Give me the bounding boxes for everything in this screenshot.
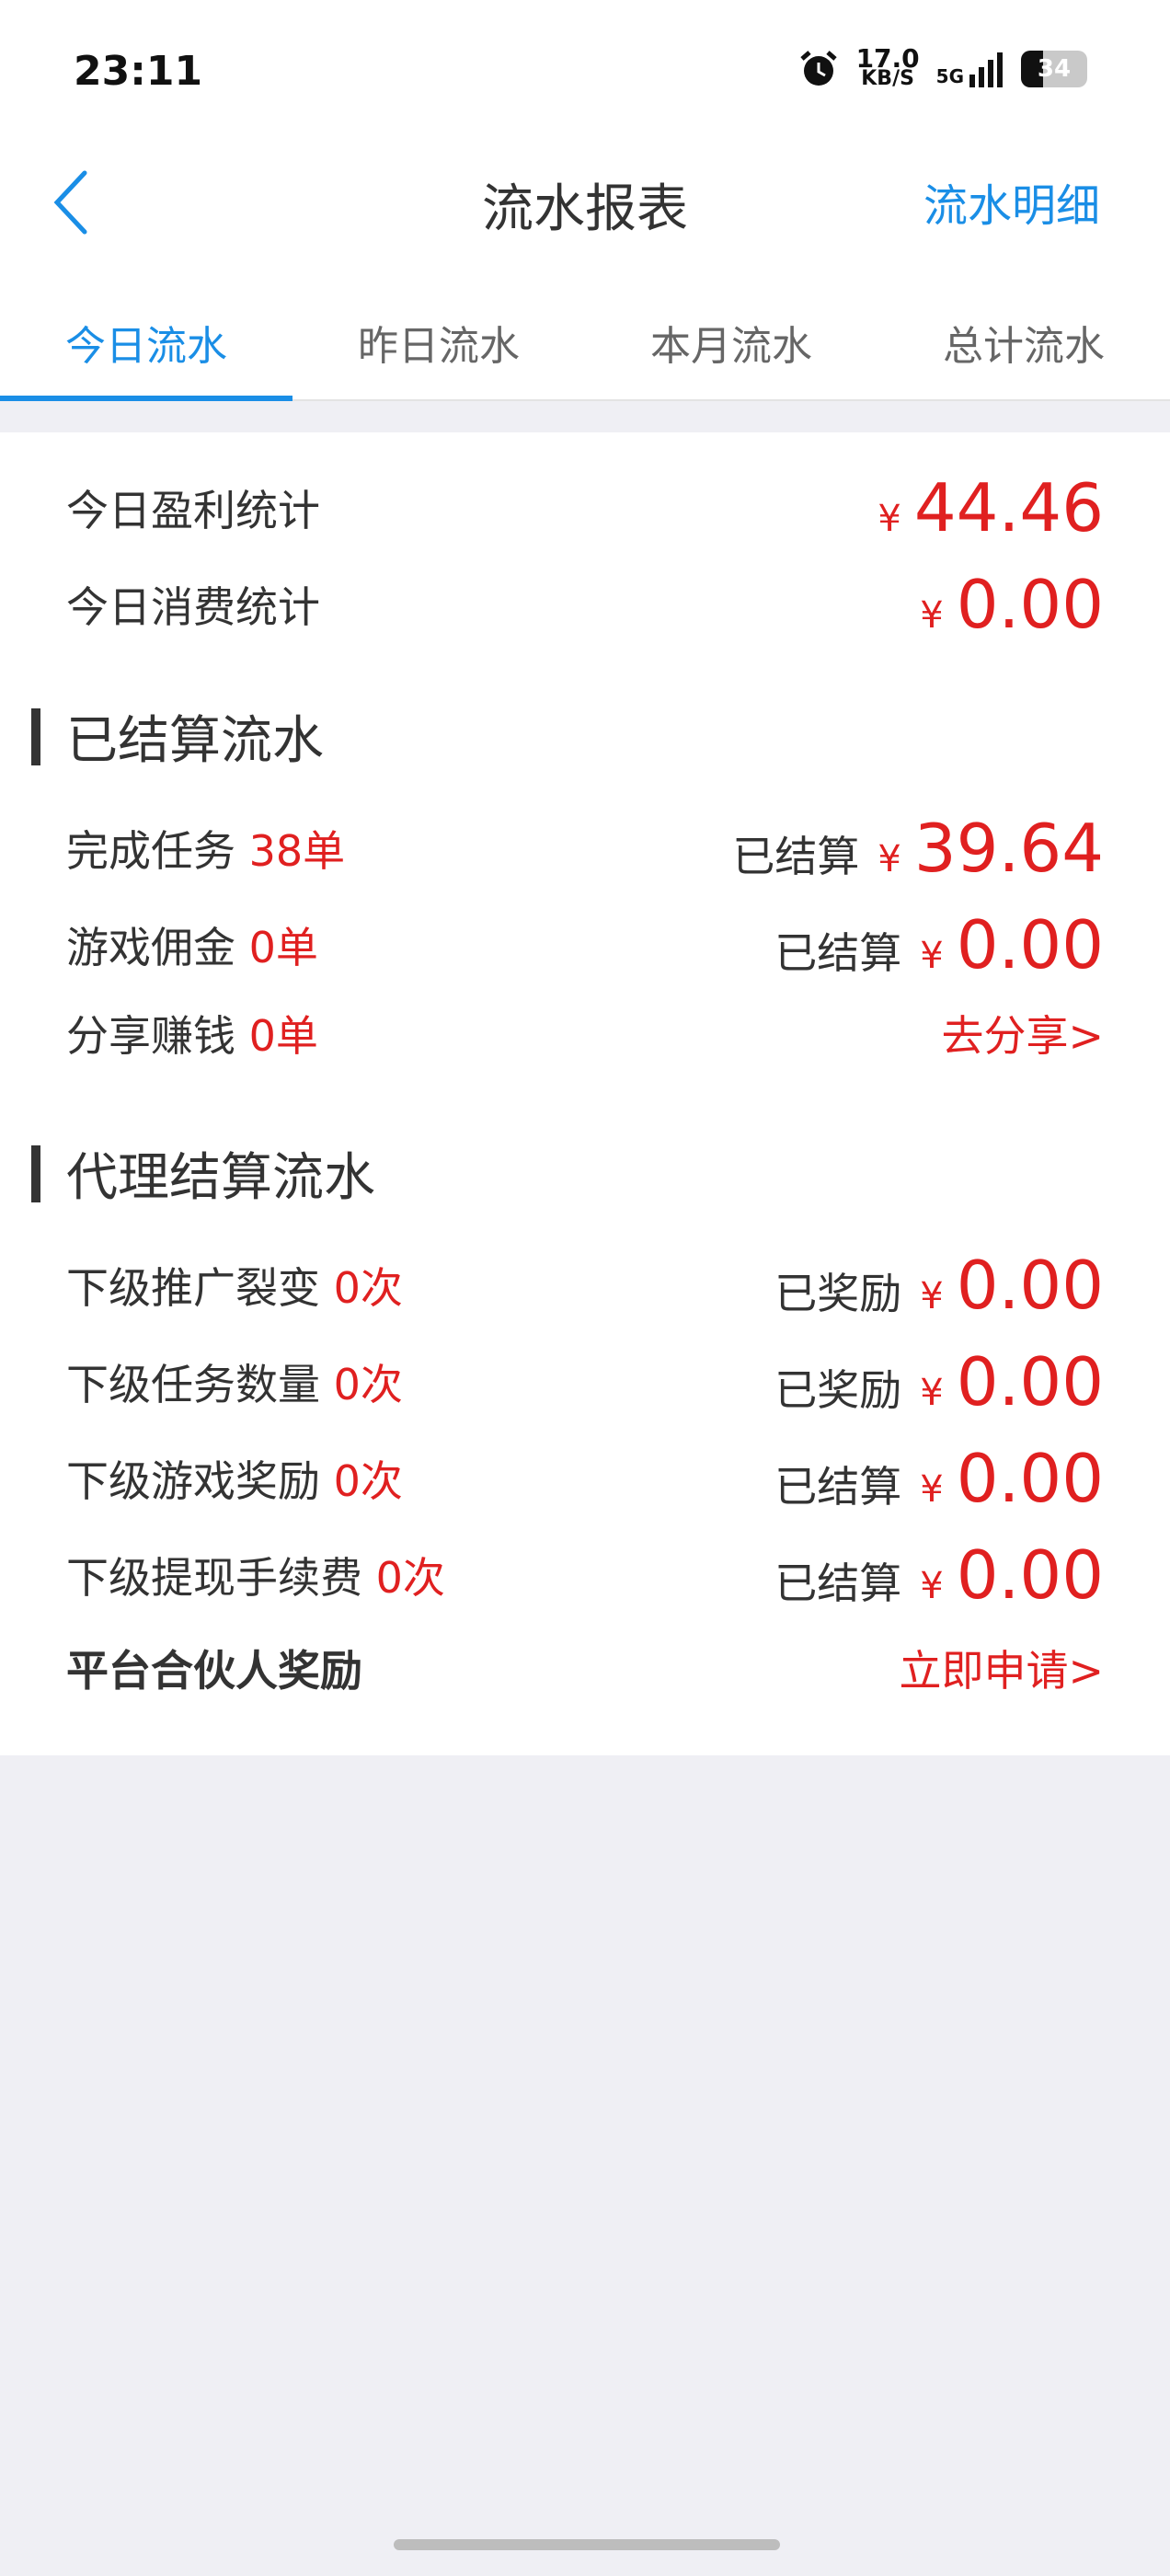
sub-task-count: 0次 xyxy=(333,1360,403,1409)
reward-status: 已奖励 xyxy=(774,1365,902,1415)
share-count: 0单 xyxy=(248,1011,318,1061)
sub-fee-label: 下级提现手续费 xyxy=(66,1553,362,1603)
report-card: 今日盈利统计 ¥ 44.46 今日消费统计 ¥ 0.00 已结算流水 完成任务 … xyxy=(0,432,1170,1755)
profit-amount: 44.46 xyxy=(913,469,1104,546)
period-tabs: 今日流水 昨日流水 本月流水 总计流水 xyxy=(0,258,1170,401)
expense-row: 今日消费统计 ¥ 0.00 xyxy=(66,566,1104,643)
referral-amount: 0.00 xyxy=(956,1247,1104,1324)
row-label: 游戏佣金 0单 xyxy=(66,914,318,975)
currency-symbol: ¥ xyxy=(920,1565,944,1607)
settle-status: 已结算 xyxy=(732,832,860,881)
task-amount: 39.64 xyxy=(913,810,1104,887)
row-label: 下级推广裂变 0次 xyxy=(66,1255,403,1316)
settle-status: 已结算 xyxy=(774,1558,902,1608)
go-share-link[interactable]: 去分享> xyxy=(941,1003,1104,1064)
profit-label: 今日盈利统计 xyxy=(66,486,320,535)
game-amount: 0.00 xyxy=(956,906,1104,983)
home-indicator[interactable] xyxy=(394,2539,780,2550)
section-marker xyxy=(31,707,40,765)
speed-value: 17.0 xyxy=(855,43,920,74)
apply-now-link[interactable]: 立即申请> xyxy=(899,1638,1104,1698)
reward-status: 已奖励 xyxy=(774,1269,902,1318)
tab-total[interactable]: 总计流水 xyxy=(878,258,1170,399)
battery-level: 34 xyxy=(1037,55,1072,83)
status-bar: 23:11 17.0 KB/S 5G 34 xyxy=(0,0,1170,147)
sub-fee-amount: 0.00 xyxy=(956,1536,1104,1614)
row-label: 下级提现手续费 0次 xyxy=(66,1545,445,1605)
battery-icon: 34 xyxy=(1021,51,1087,87)
settle-status: 已结算 xyxy=(774,928,902,978)
speed-unit: KB/S xyxy=(861,67,914,90)
flow-detail-link[interactable]: 流水明细 xyxy=(923,169,1100,234)
task-label: 完成任务 xyxy=(66,826,235,876)
profit-row: 今日盈利统计 ¥ 44.46 xyxy=(66,469,1104,546)
row-label: 完成任务 38单 xyxy=(66,818,345,879)
currency-symbol: ¥ xyxy=(878,838,901,880)
sub-fee-count: 0次 xyxy=(375,1553,445,1603)
sub-task-row: 下级任务数量 0次 已奖励 ¥ 0.00 xyxy=(66,1343,1104,1420)
tab-month[interactable]: 本月流水 xyxy=(585,258,878,399)
referral-label: 下级推广裂变 xyxy=(66,1263,320,1313)
sub-task-label: 下级任务数量 xyxy=(66,1360,320,1409)
expense-amount: 0.00 xyxy=(956,566,1104,643)
game-commission-row: 游戏佣金 0单 已结算 ¥ 0.00 xyxy=(66,906,1104,983)
task-row: 完成任务 38单 已结算 ¥ 39.64 xyxy=(66,810,1104,887)
currency-symbol: ¥ xyxy=(920,1275,944,1317)
alarm-icon xyxy=(799,51,837,86)
sub-referral-row: 下级推广裂变 0次 已奖励 ¥ 0.00 xyxy=(66,1247,1104,1324)
task-count: 38单 xyxy=(248,826,346,876)
share-label: 分享赚钱 xyxy=(66,1011,235,1061)
currency-symbol: ¥ xyxy=(920,1372,944,1414)
referral-count: 0次 xyxy=(333,1263,403,1313)
tab-today[interactable]: 今日流水 xyxy=(0,258,292,401)
agent-section-header: 代理结算流水 xyxy=(31,1136,375,1211)
status-icons: 17.0 KB/S 5G 34 xyxy=(797,43,1087,90)
expense-label: 今日消费统计 xyxy=(66,582,320,632)
currency-symbol: ¥ xyxy=(920,935,944,977)
sub-task-amount: 0.00 xyxy=(956,1343,1104,1420)
settle-status: 已结算 xyxy=(774,1462,902,1512)
nav-bar: 流水报表 流水明细 xyxy=(0,147,1170,258)
sub-fee-row: 下级提现手续费 0次 已结算 ¥ 0.00 xyxy=(66,1536,1104,1614)
network-type: 5G xyxy=(935,65,964,87)
signal-icon: 5G xyxy=(936,51,1004,87)
currency-symbol: ¥ xyxy=(920,594,944,637)
tab-yesterday[interactable]: 昨日流水 xyxy=(292,258,585,399)
partner-row: 平台合伙人奖励 立即申请> xyxy=(66,1638,1104,1698)
section-title: 代理结算流水 xyxy=(66,1148,375,1208)
section-marker xyxy=(31,1144,40,1202)
row-label: 分享赚钱 0单 xyxy=(66,1003,318,1064)
share-row: 分享赚钱 0单 去分享> xyxy=(66,1003,1104,1064)
game-count: 0单 xyxy=(248,923,318,972)
row-label: 下级任务数量 0次 xyxy=(66,1351,403,1412)
sub-game-count: 0次 xyxy=(333,1456,403,1506)
game-label: 游戏佣金 xyxy=(66,923,235,972)
currency-symbol: ¥ xyxy=(878,498,901,540)
status-time: 23:11 xyxy=(74,48,203,95)
row-label: 下级游戏奖励 0次 xyxy=(66,1448,403,1509)
sub-game-amount: 0.00 xyxy=(956,1440,1104,1517)
partner-label: 平台合伙人奖励 xyxy=(66,1646,362,1696)
sub-game-label: 下级游戏奖励 xyxy=(66,1456,320,1506)
settled-section-header: 已结算流水 xyxy=(31,699,324,774)
network-speed: 17.0 KB/S xyxy=(855,43,920,90)
section-title: 已结算流水 xyxy=(66,711,324,771)
sub-game-row: 下级游戏奖励 0次 已结算 ¥ 0.00 xyxy=(66,1440,1104,1517)
currency-symbol: ¥ xyxy=(920,1468,944,1511)
